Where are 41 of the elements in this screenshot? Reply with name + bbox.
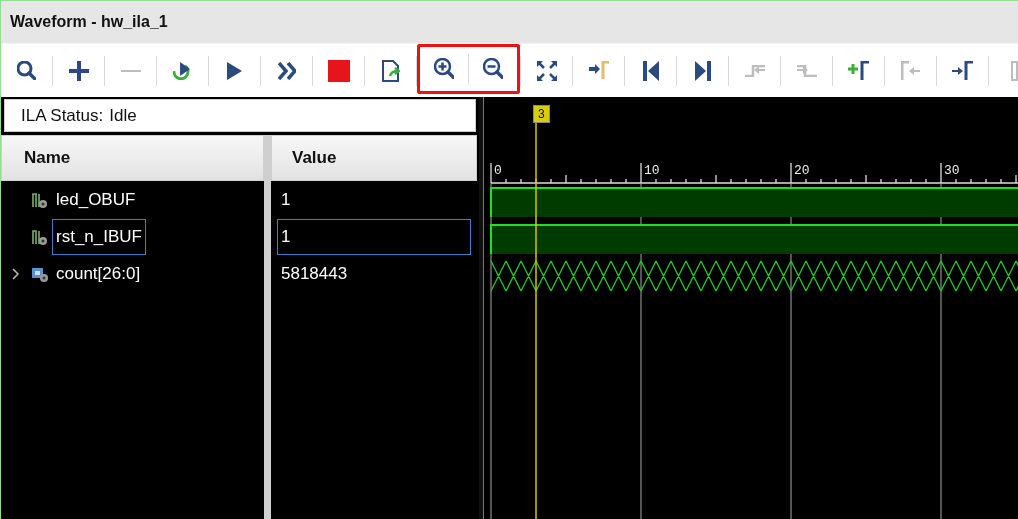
signal-name[interactable]: count[26:0] [52,255,145,292]
search-icon [17,61,36,80]
window-title: Waveform - hw_ila_1 [10,12,168,32]
column-header[interactable]: Name [1,135,264,181]
status-value: Idle [109,104,137,127]
signal-name[interactable]: rst_n_IBUF [52,218,146,255]
go-to-start-icon [641,59,660,82]
zoom-out-button[interactable] [469,44,520,94]
next-marker-icon [951,60,974,81]
run-trigger-icon [173,61,192,80]
add-marker-icon [847,60,870,81]
signal-icon [31,227,49,246]
ruler-label: 30 [944,163,960,178]
stop-icon [326,58,351,83]
zoom-out-icon [482,58,504,79]
ruler-label: 20 [794,163,810,178]
expand-caret-icon[interactable] [12,267,20,280]
go-to-cursor-icon [587,61,610,80]
column-header[interactable]: Value [271,135,477,181]
run-continuous-icon [277,61,296,80]
previous-transition-icon [743,64,766,77]
signal-value[interactable]: 5818443 [277,255,471,292]
zoom-in-icon [433,58,455,79]
zoom-in-button[interactable] [417,44,468,94]
toolbar-icon [1011,60,1018,81]
signal-icon [31,190,49,209]
previous-marker-icon [900,60,921,81]
add-icon [67,59,90,82]
export-icon [381,59,400,82]
signal-value[interactable]: 1 [277,218,471,255]
next-transition-icon [795,64,818,77]
signal-value[interactable]: 1 [277,181,471,218]
signal-name[interactable]: led_OBUF [52,181,140,218]
status-label: ILA Status: [21,104,104,127]
remove-icon [119,69,142,72]
ruler-label: 10 [644,163,660,178]
ruler-label: 0 [494,163,502,178]
go-to-end-icon [693,59,712,82]
run-icon [226,60,243,81]
cursor-label[interactable]: 3 [533,105,550,123]
zoom-fit-icon [535,59,558,82]
